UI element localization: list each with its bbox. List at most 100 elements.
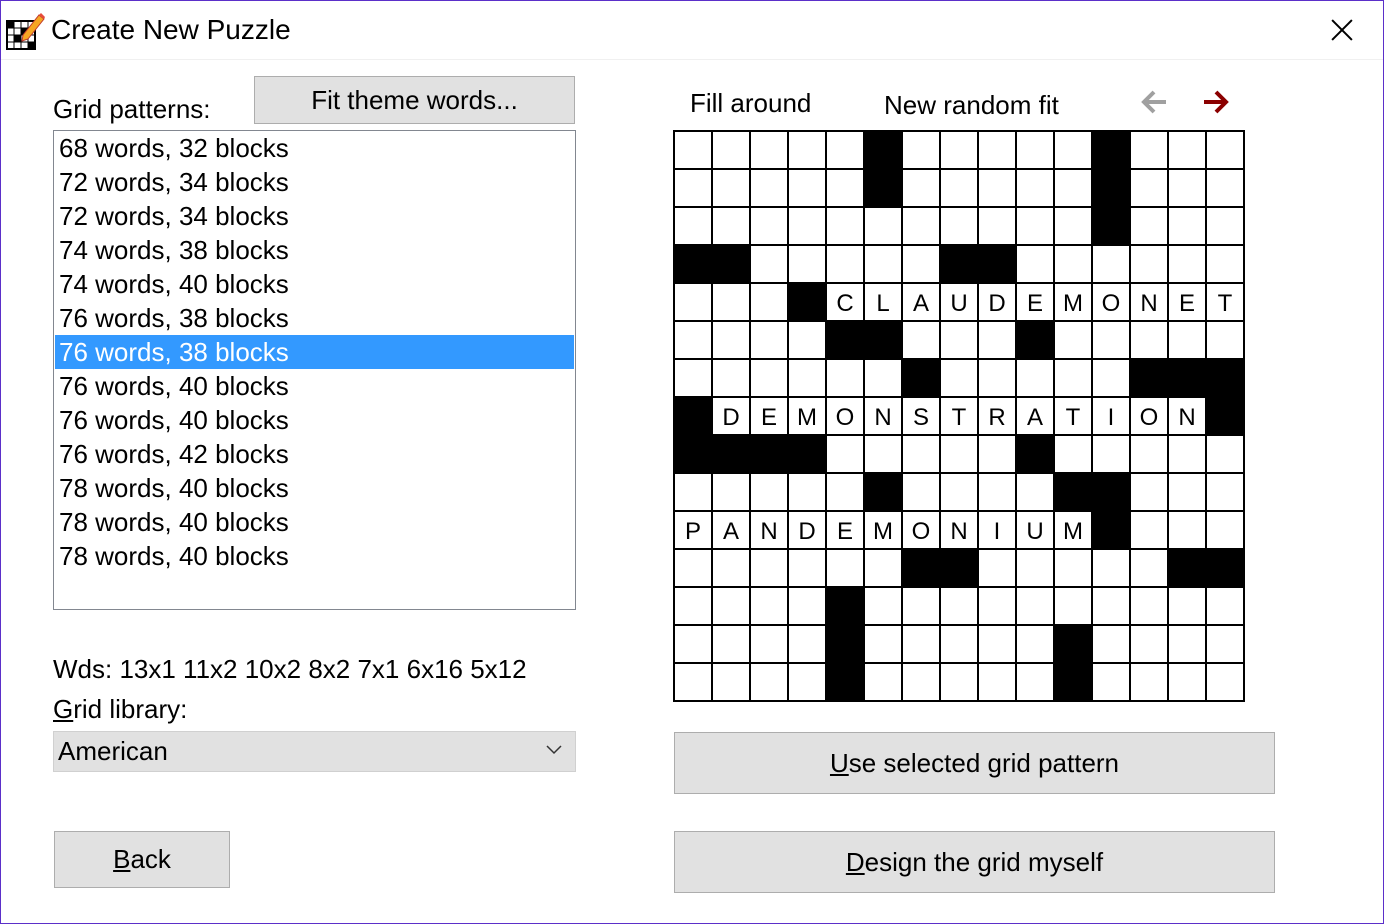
grid-letter: N [950,518,967,545]
grid-cell [711,130,751,170]
grid-cell [711,586,751,626]
grid-cell [977,472,1017,512]
grid-block [1205,358,1245,398]
grid-cell [673,206,713,246]
grid-cell [1205,434,1245,474]
grid-cell [825,434,865,474]
grid-block [863,472,903,512]
window-title: Create New Puzzle [51,14,291,45]
grid-cell [901,434,941,474]
grid-letter: E [1179,290,1195,317]
grid-block [673,434,713,474]
grid-cell [711,168,751,208]
close-icon[interactable] [1319,7,1365,53]
grid-cell [1015,586,1055,626]
grid-letter: U [950,290,967,317]
back-mnemonic: B [113,844,131,874]
grid-block [1091,168,1131,208]
fit-theme-words-button[interactable]: Fit theme words... [254,76,575,124]
dialog-window: Create New Puzzle Grid patterns: Fit the… [0,0,1384,924]
grid-block [825,662,865,702]
grid-cell [749,206,789,246]
grid-cell [673,282,713,322]
grid-cell [1015,548,1055,588]
grid-cell [1129,624,1169,664]
grid-block [825,320,865,360]
list-item[interactable]: 76 words, 40 blocks [55,403,574,437]
grid-cell [977,624,1017,664]
grid-letter: D [798,518,815,545]
grid-cell [901,168,941,208]
grid-block [1091,130,1131,170]
grid-cell [1091,434,1131,474]
grid-cell [1129,472,1169,512]
grid-cell [1167,168,1207,208]
grid-block [939,244,979,284]
grid-cell [939,434,979,474]
grid-cell [825,206,865,246]
word-stats: Wds: 13x1 11x2 10x2 8x2 7x1 6x16 5x12 [53,654,527,684]
grid-library-select[interactable]: American [53,731,576,772]
grid-cell [939,624,979,664]
chevron-down-icon [546,745,562,755]
grid-block [1091,510,1131,550]
grid-cell [711,662,751,702]
use-selected-grid-button[interactable]: Use selected grid pattern [674,732,1275,794]
list-item[interactable]: 76 words, 38 blocks [55,335,574,369]
grid-cell [787,586,827,626]
grid-cell [1167,624,1207,664]
grid-cell [901,662,941,702]
grid-block [1205,396,1245,436]
list-item[interactable]: 76 words, 42 blocks [55,437,574,471]
list-item[interactable]: 74 words, 38 blocks [55,233,574,267]
grid-cell [825,130,865,170]
list-item[interactable]: 78 words, 40 blocks [55,471,574,505]
grid-letter: O [912,518,931,545]
list-item[interactable]: 72 words, 34 blocks [55,199,574,233]
grid-cell [1091,586,1131,626]
back-button[interactable]: Back [54,831,230,888]
grid-cell [939,206,979,246]
grid-block [901,358,941,398]
new-random-fit-link[interactable]: New random fit [884,90,1059,121]
grid-block [787,434,827,474]
grid-block [825,624,865,664]
grid-block [1167,548,1207,588]
fill-around-link[interactable]: Fill around [690,88,811,119]
list-item[interactable]: 78 words, 40 blocks [55,539,574,573]
grid-cell [977,662,1017,702]
list-item[interactable]: 76 words, 38 blocks [55,301,574,335]
list-item[interactable]: 76 words, 40 blocks [55,369,574,403]
grid-cell [1091,548,1131,588]
design-grid-myself-button[interactable]: Design the grid myself [674,831,1275,893]
grid-block [1015,320,1055,360]
list-item[interactable]: 78 words, 40 blocks [55,505,574,539]
grid-cell [1015,472,1055,512]
grid-cell [787,662,827,702]
grid-letter: M [1063,290,1083,317]
grid-cell [711,624,751,664]
grid-letter: N [760,518,777,545]
grid-block [1167,358,1207,398]
grid-cell [901,130,941,170]
grid-block [863,130,903,170]
grid-cell [1205,168,1245,208]
grid-letter: D [722,404,739,431]
arrow-left-icon[interactable] [1140,89,1170,115]
arrow-right-icon[interactable] [1200,89,1230,115]
grid-cell [1129,244,1169,284]
list-item[interactable]: 74 words, 40 blocks [55,267,574,301]
grid-cell [787,624,827,664]
grid-cell [787,168,827,208]
grid-cell [673,320,713,360]
grid-cell [1129,320,1169,360]
grid-block [939,548,979,588]
list-item[interactable]: 72 words, 34 blocks [55,165,574,199]
grid-patterns-list[interactable]: 68 words, 32 blocks 72 words, 34 blocks 72… [53,130,576,610]
design-label: esign the grid myself [864,846,1104,877]
list-item[interactable]: 68 words, 32 blocks [55,131,574,165]
grid-block [863,320,903,360]
grid-cell [863,206,903,246]
grid-cell [711,358,751,398]
grid-cell [939,130,979,170]
